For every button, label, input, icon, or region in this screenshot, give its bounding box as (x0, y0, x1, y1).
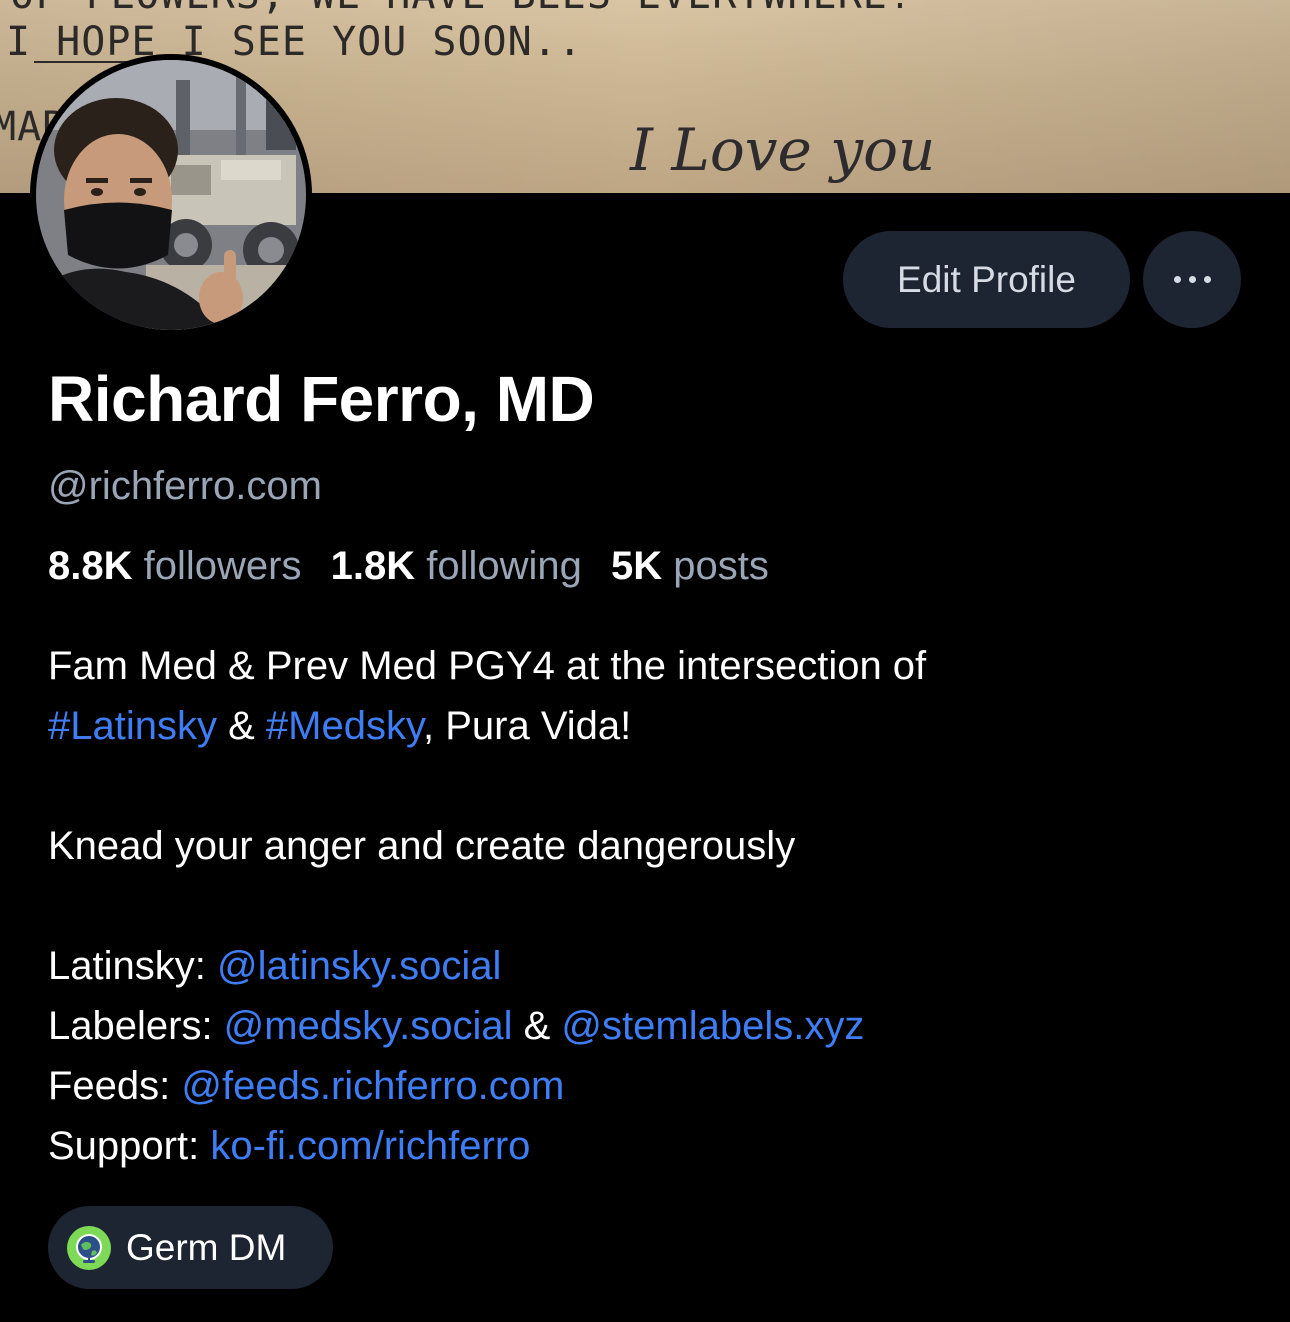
banner-handwriting: I Love you (629, 116, 935, 184)
bio-line-2-rest: , Pura Vida! (422, 704, 632, 748)
bio-line-1: Fam Med & Prev Med PGY4 at the intersect… (48, 644, 927, 688)
bio-support-row: Support: ko-fi.com/richferro (48, 1116, 1248, 1176)
labelers-amp: & (512, 1004, 562, 1048)
followers-label: followers (143, 544, 302, 588)
banner-typed-line-2: I HOPE I SEE YOU SOON.. (6, 19, 583, 65)
avatar-photo (36, 60, 306, 330)
avatar[interactable] (30, 54, 312, 336)
bio-line-2: #Latinsky & #Medsky, Pura Vida! (48, 696, 1248, 756)
germ-globe-icon (67, 1225, 111, 1270)
edit-profile-button[interactable]: Edit Profile (843, 231, 1130, 328)
bio-amp: & (216, 704, 266, 748)
followers-count: 8.8K (48, 544, 133, 588)
latinsky-label: Latinsky: (48, 944, 217, 988)
labelers-label: Labelers: (48, 1004, 224, 1048)
hashtag-medsky-link[interactable]: #Medsky (266, 704, 423, 748)
germ-dm-label: Germ DM (126, 1226, 287, 1268)
bio-latinsky-row: Latinsky: @latinsky.social (48, 936, 1248, 996)
posts-stat: 5K posts (611, 544, 769, 588)
bio-feeds-row: Feeds: @feeds.richferro.com (48, 1056, 1248, 1116)
profile-bio: Fam Med & Prev Med PGY4 at the intersect… (48, 636, 1248, 1176)
support-label: Support: (48, 1124, 211, 1168)
bio-motto: Knead your anger and create dangerously (48, 824, 796, 868)
more-options-button[interactable] (1143, 231, 1241, 328)
posts-count: 5K (611, 544, 663, 588)
stemlabels-link[interactable]: @stemlabels.xyz (561, 1004, 864, 1048)
ellipsis-icon (1170, 276, 1215, 283)
display-name: Richard Ferro, MD (48, 363, 595, 435)
followers-stat[interactable]: 8.8K followers (48, 544, 301, 588)
profile-handle[interactable]: @richferro.com (48, 464, 322, 509)
following-stat[interactable]: 1.8K following (331, 544, 582, 588)
bio-labelers-row: Labelers: @medsky.social & @stemlabels.x… (48, 996, 1248, 1056)
latinsky-social-link[interactable]: @latinsky.social (217, 944, 501, 988)
medsky-social-link[interactable]: @medsky.social (224, 1004, 513, 1048)
germ-dm-button[interactable]: Germ DM (48, 1206, 333, 1289)
banner-typed-line-1: OF FLOWERS, WE HAVE BEES EVERYWHERE! (10, 0, 913, 18)
profile-stats: 8.8K followers 1.8K following 5K posts (48, 544, 769, 589)
hashtag-latinsky-link[interactable]: #Latinsky (48, 704, 217, 748)
edit-profile-label: Edit Profile (897, 258, 1076, 300)
posts-label: posts (673, 544, 769, 588)
feeds-link[interactable]: @feeds.richferro.com (181, 1064, 564, 1108)
following-count: 1.8K (330, 544, 416, 588)
feeds-label: Feeds: (48, 1064, 182, 1108)
following-label: following (426, 544, 582, 588)
kofi-link[interactable]: ko-fi.com/richferro (210, 1124, 530, 1168)
